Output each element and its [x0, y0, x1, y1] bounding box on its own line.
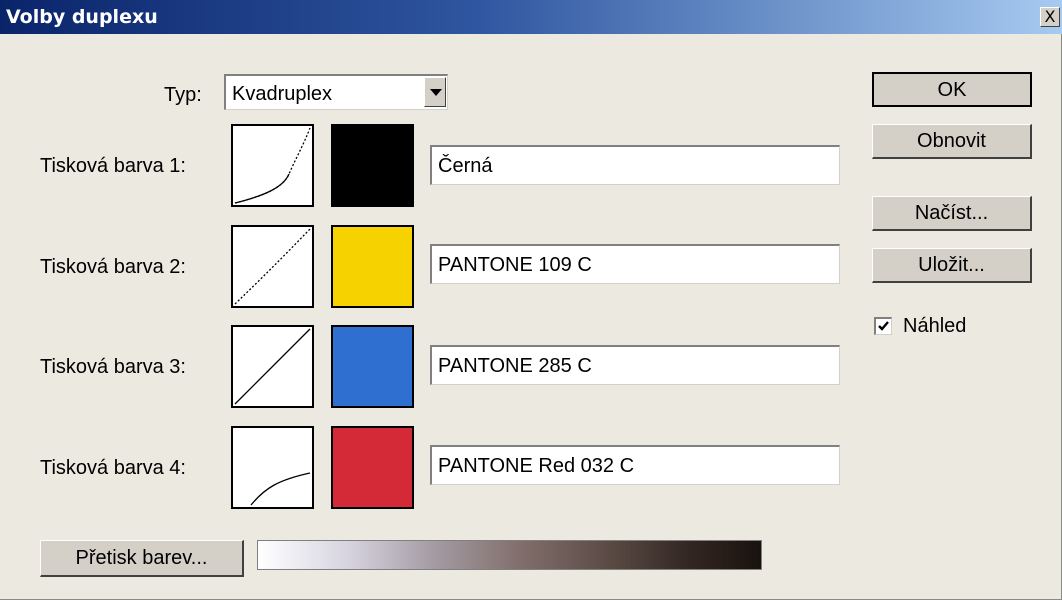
duotone-curve-icon: [234, 127, 311, 204]
ink-3-label: Tisková barva 3:: [40, 356, 186, 378]
ink-3-name: PANTONE 285 C: [438, 355, 592, 377]
ink-4-name: PANTONE Red 032 C: [438, 455, 635, 477]
ink-3-curve-button[interactable]: [231, 325, 314, 408]
ink-2-color-swatch[interactable]: [331, 225, 414, 308]
duplex-options-dialog: Volby duplexu X Typ: Kvadruplex Tisková …: [0, 0, 1062, 600]
title-bar[interactable]: Volby duplexu X: [0, 0, 1062, 34]
load-button[interactable]: Načíst...: [872, 196, 1032, 231]
type-select-value: Kvadruplex: [232, 83, 333, 105]
ink-2-name: PANTONE 109 C: [438, 254, 592, 276]
ink-1-label: Tisková barva 1:: [40, 155, 186, 177]
chevron-down-icon: [430, 89, 442, 96]
duotone-curve-icon: [234, 328, 311, 405]
reset-button[interactable]: Obnovit: [872, 124, 1032, 159]
ink-2-curve-button[interactable]: [231, 225, 314, 308]
preview-label[interactable]: Náhled: [903, 315, 966, 338]
overprint-colors-button[interactable]: Přetisk barev...: [40, 540, 244, 577]
type-select[interactable]: Kvadruplex: [224, 74, 448, 110]
ink-2-label: Tisková barva 2:: [40, 256, 186, 278]
ink-1-name-field[interactable]: Černá: [430, 145, 840, 185]
duotone-curve-icon: [234, 228, 311, 305]
save-button[interactable]: Uložit...: [872, 248, 1032, 283]
checkmark-icon: [878, 321, 889, 331]
overprint-gradient-bar: [257, 540, 762, 570]
window-title: Volby duplexu: [6, 6, 158, 28]
close-button[interactable]: X: [1040, 7, 1060, 27]
ink-1-name: Černá: [438, 155, 493, 177]
duotone-curve-icon: [250, 472, 311, 506]
ink-4-curve-button[interactable]: [231, 426, 314, 509]
type-label: Typ:: [164, 84, 202, 106]
ink-2-name-field[interactable]: PANTONE 109 C: [430, 244, 840, 284]
ink-4-label: Tisková barva 4:: [40, 457, 186, 479]
ink-3-color-swatch[interactable]: [331, 325, 414, 408]
ink-3-name-field[interactable]: PANTONE 285 C: [430, 345, 840, 385]
preview-checkbox[interactable]: [874, 317, 892, 335]
dropdown-button[interactable]: [424, 77, 446, 107]
ink-1-color-swatch[interactable]: [331, 124, 414, 207]
ok-button[interactable]: OK: [872, 72, 1032, 107]
ink-1-curve-button[interactable]: [231, 124, 314, 207]
ink-4-name-field[interactable]: PANTONE Red 032 C: [430, 445, 840, 485]
ink-4-color-swatch[interactable]: [331, 426, 414, 509]
